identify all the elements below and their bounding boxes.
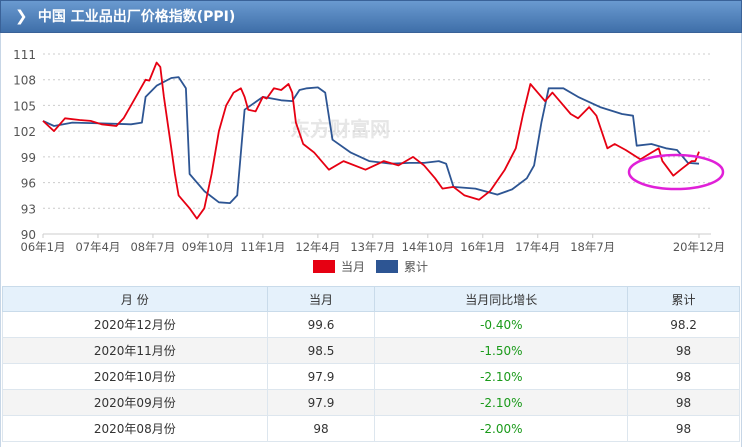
cell-yoy: -2.10% (374, 389, 629, 416)
x-tick-label: 13年7月 (350, 240, 395, 254)
cell-cumulative: 98 (627, 415, 740, 442)
header-yoy: 当月同比增长 (374, 286, 629, 312)
table-header-row: 月 份 当月 当月同比增长 累计 (2, 286, 740, 312)
x-tick-label: 14年10月 (402, 240, 454, 254)
chevron-right-icon: ❯ (15, 7, 28, 25)
x-tick-label: 11年1月 (240, 240, 285, 254)
legend: 当月 累计 (313, 260, 428, 274)
cell-month: 2020年08月份 (2, 415, 268, 442)
legend-label-cumulative: 累计 (404, 260, 428, 274)
header-cumulative: 累计 (627, 286, 740, 312)
cell-current: 97.9 (266, 389, 376, 416)
y-tick-label: 111 (13, 48, 36, 62)
cell-current: 99.6 (266, 311, 376, 338)
header-month: 月 份 (2, 286, 268, 312)
cell-yoy: -0.40% (374, 311, 629, 338)
cell-cumulative: 98 (627, 389, 740, 416)
ppi-table: 月 份 当月 当月同比增长 累计 2020年12月份 99.6 -0.40% 98.2… (2, 286, 740, 442)
cell-cumulative: 98 (627, 337, 740, 364)
legend-label-current: 当月 (341, 260, 365, 274)
x-tick-label: 17年4月 (515, 240, 560, 254)
cell-current: 98 (266, 415, 376, 442)
legend-swatch-current (313, 260, 335, 273)
cell-month: 2020年09月份 (2, 389, 268, 416)
x-tick-label: 06年1月 (21, 240, 66, 254)
cell-month: 2020年12月份 (2, 311, 268, 338)
cell-yoy: -2.00% (374, 415, 629, 442)
annotation-ellipse (627, 153, 725, 191)
ppi-line-chart: 东方财富网 9093969910210510811106年1月 07年4月 08年7… (13, 48, 725, 274)
header-current: 当月 (266, 286, 376, 312)
table-row: 2020年09月份 97.9 -2.10% 98 (2, 389, 740, 416)
y-tick-label: 93 (21, 202, 36, 216)
cell-current: 97.9 (266, 363, 376, 390)
y-tick-label: 102 (13, 125, 36, 139)
cell-current: 98.5 (266, 337, 376, 364)
x-tick-label: 18年7月 (570, 240, 615, 254)
x-tick-label: 07年4月 (75, 240, 120, 254)
table-row: 2020年10月份 97.9 -2.10% 98 (2, 363, 740, 390)
table-row: 2020年11月份 98.5 -1.50% 98 (2, 337, 740, 364)
y-tick-label: 105 (13, 99, 36, 113)
cell-cumulative: 98.2 (627, 311, 740, 338)
x-tick-label: 16年1月 (460, 240, 505, 254)
panel-title: 中国 工业品出厂价格指数(PPI) (37, 9, 236, 25)
cell-cumulative: 98 (627, 363, 740, 390)
x-tick-label: 09年10月 (182, 240, 234, 254)
table-row: 2020年08月份 98 -2.00% 98 (2, 415, 740, 442)
cell-yoy: -1.50% (374, 337, 629, 364)
cell-month: 2020年10月份 (2, 363, 268, 390)
y-tick-label: 108 (13, 74, 36, 88)
x-tick-label: 12年4月 (295, 240, 340, 254)
watermark: 东方财富网 (290, 117, 390, 141)
legend-swatch-cumulative (376, 260, 398, 273)
table-row: 2020年12月份 99.6 -0.40% 98.2 (2, 311, 740, 338)
cell-yoy: -2.10% (374, 363, 629, 390)
cell-month: 2020年11月份 (2, 337, 268, 364)
y-tick-label: 96 (21, 177, 36, 191)
y-tick-label: 99 (21, 151, 36, 165)
x-tick-label: 20年12月 (673, 240, 725, 254)
x-tick-label: 08年7月 (130, 240, 175, 254)
panel-title-bar: ❯ 中国 工业品出厂价格指数(PPI) (0, 0, 742, 33)
